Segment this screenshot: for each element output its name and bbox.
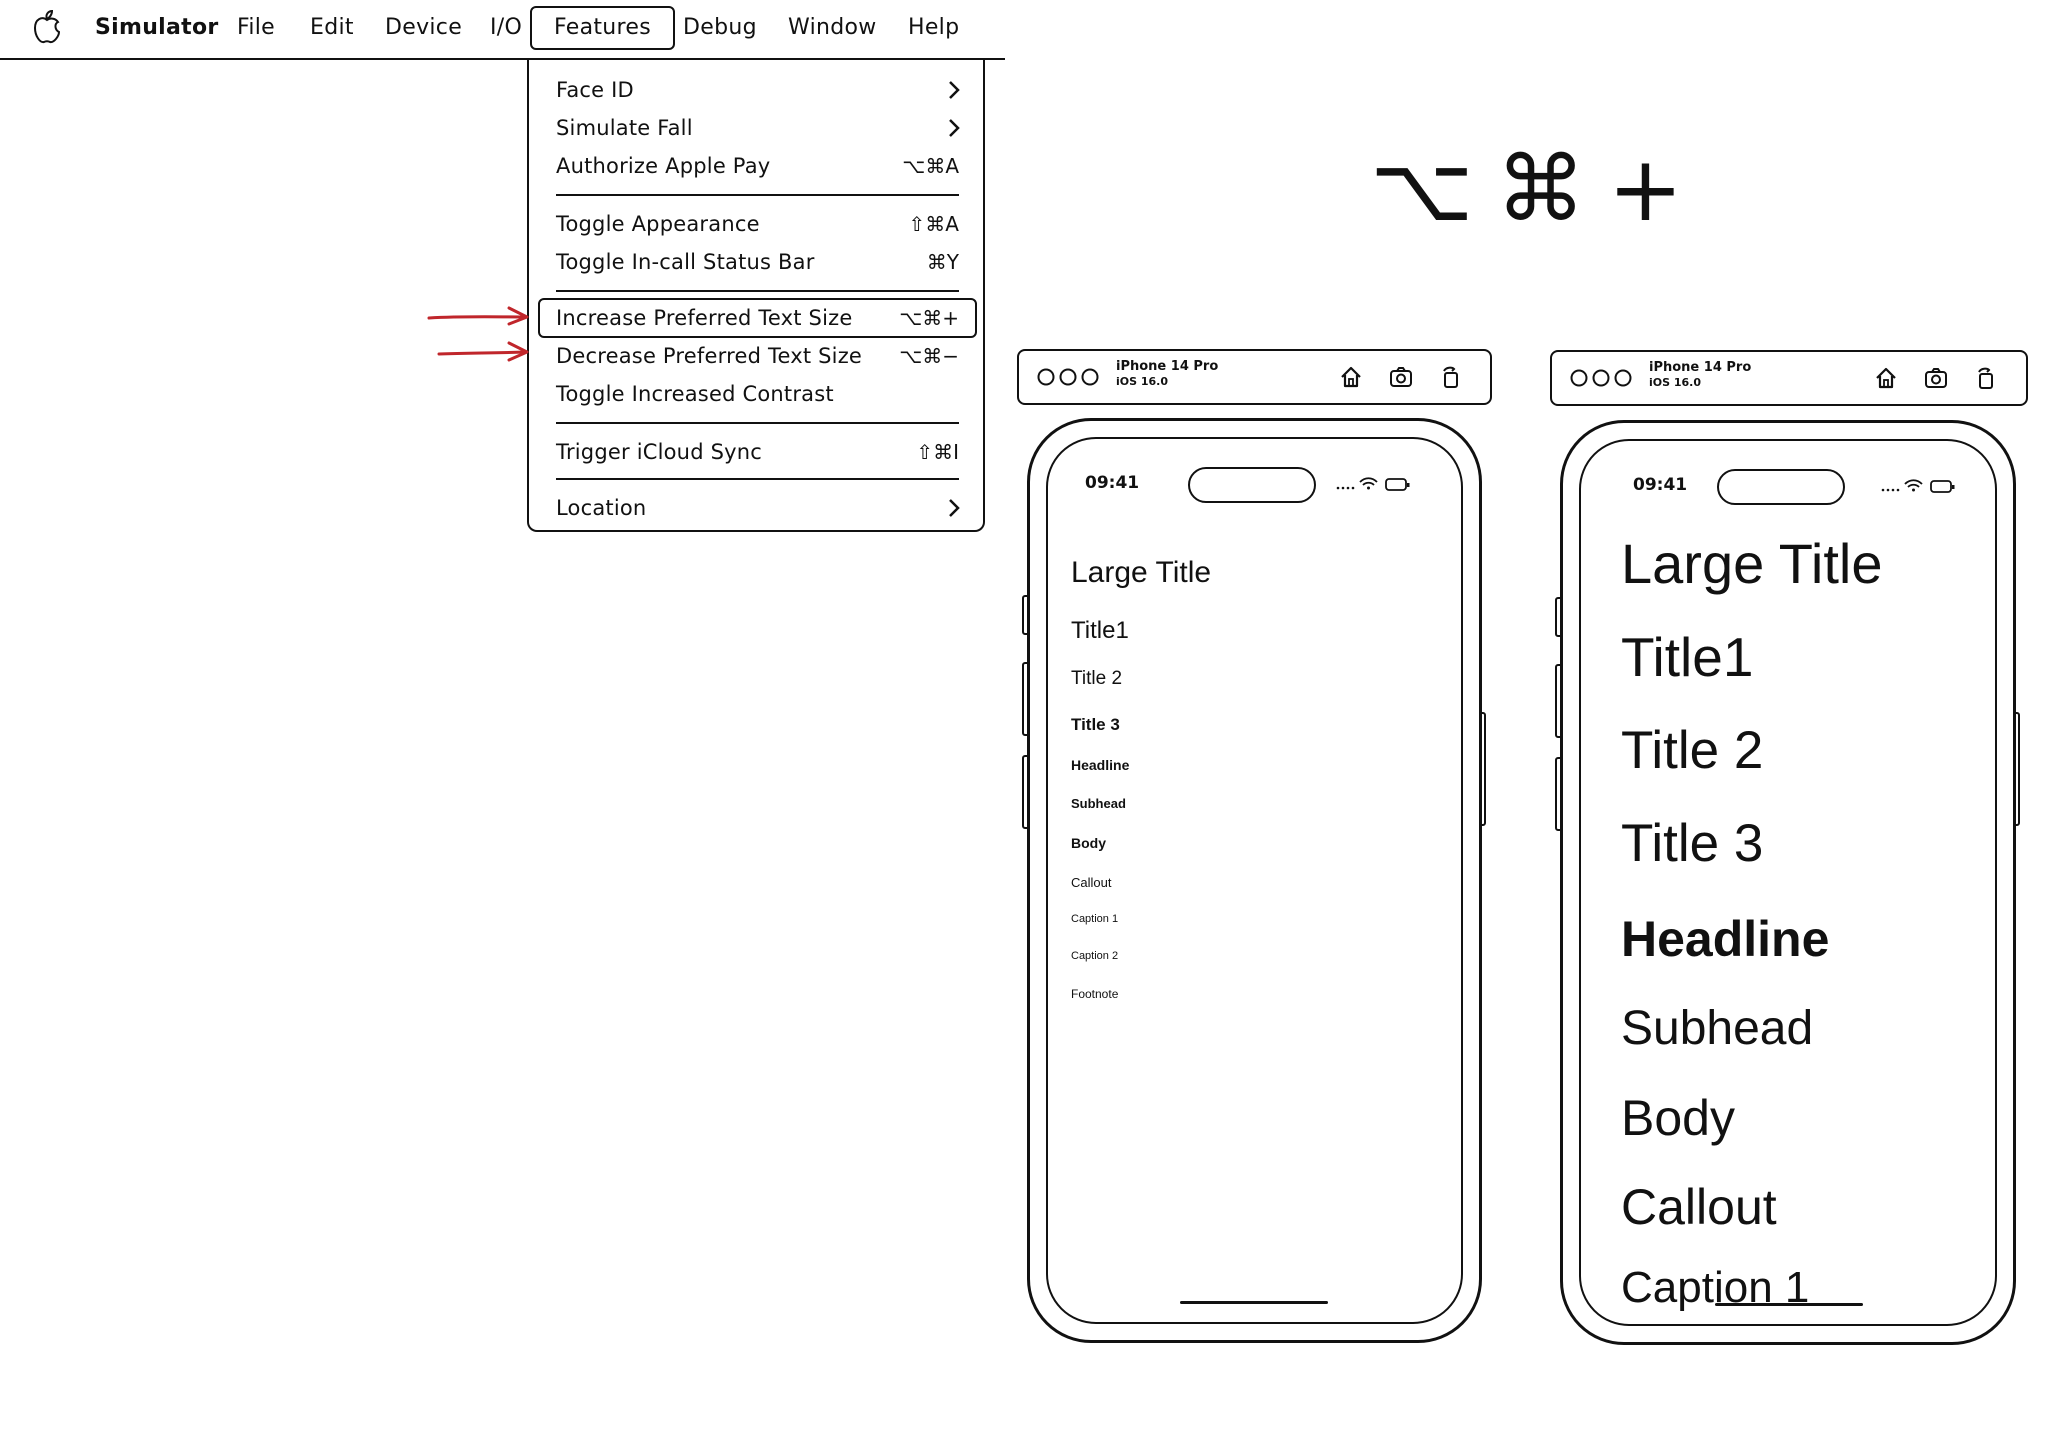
text-style-title1: Title1 [1621,626,1754,688]
menu-simulator[interactable]: Simulator [95,14,219,42]
menu-item-label: Simulate Fall [556,116,693,140]
home-indicator[interactable] [1180,1301,1328,1304]
menu-item-decrease-preferred-text-size[interactable]: Decrease Preferred Text Size ⌥⌘− [529,338,983,374]
menu-item-label: Authorize Apple Pay [556,154,771,178]
menu-item-toggle-in-call-status-bar[interactable]: Toggle In-call Status Bar ⌘Y [529,244,983,280]
device-name: iPhone 14 Pro [1116,359,1219,374]
iphone-frame: 09:41 Large Title Title1 Title 2 Title 3… [1027,418,1482,1343]
menu-item-shortcut: ⌥⌘− [899,344,959,368]
text-style-title1: Title1 [1071,617,1129,644]
menu-item-shortcut: ⌘Y [926,250,959,274]
menu-item-label: Toggle Appearance [556,212,760,236]
text-style-large-title: Large Title [1071,556,1212,589]
iphone-frame: 09:41 Large Title Title1 Title 2 Title 3… [1560,420,2016,1345]
simulator-toolbar: iPhone 14 Pro iOS 16.0 [1550,350,2028,406]
menu-item-highlight [538,298,977,338]
text-style-title2: Title 2 [1071,668,1123,689]
features-dropdown-menu: Face ID Simulate Fall Authorize Apple Pa… [527,60,985,532]
text-style-callout: Callout [1071,875,1112,890]
apple-logo-icon[interactable] [32,10,62,44]
screenshot-icon[interactable] [1389,365,1413,389]
menu-item-label: Toggle In-call Status Bar [556,250,815,274]
menu-item-shortcut: ⇧⌘A [908,212,959,236]
dynamic-island [1717,469,1845,505]
keyboard-shortcut-label: ⌥⌘+ [1370,137,1706,242]
status-icons [1336,477,1410,491]
menu-separator [556,290,959,292]
menu-device[interactable]: Device [385,14,462,42]
os-version: iOS 16.0 [1649,376,1702,389]
text-style-subhead: Subhead [1621,1002,1814,1055]
text-style-large-title: Large Title [1621,532,1883,595]
menu-item-shortcut: ⌥⌘A [902,154,959,178]
os-version: iOS 16.0 [1116,375,1169,388]
rotate-icon[interactable] [1439,365,1463,389]
chevron-right-icon [949,81,960,99]
chevron-right-icon [949,499,960,517]
menu-separator [556,194,959,196]
screenshot-icon[interactable] [1924,366,1948,390]
home-icon[interactable] [1874,366,1898,390]
text-style-caption1: Caption 1 [1071,913,1119,925]
menu-bar: Simulator File Edit Device I/O Features … [0,0,1005,60]
pointer-arrows-icon [427,306,529,362]
menu-item-authorize-apple-pay[interactable]: Authorize Apple Pay ⌥⌘A [529,148,983,184]
text-style-footnote: Footnote [1071,987,1119,1001]
menu-item-trigger-icloud-sync[interactable]: Trigger iCloud Sync ⇧⌘I [529,434,983,470]
menu-item-label: Face ID [556,78,634,102]
rotate-icon[interactable] [1974,366,1998,390]
window-controls-icon[interactable] [1037,366,1101,388]
home-indicator[interactable] [1715,1303,1863,1306]
text-style-body: Body [1621,1090,1735,1146]
menu-item-face-id[interactable]: Face ID [529,72,983,108]
menu-file[interactable]: File [237,14,275,42]
menu-features[interactable]: Features [530,6,675,50]
menu-item-label: Location [556,496,647,520]
device-name: iPhone 14 Pro [1649,360,1752,375]
menu-edit[interactable]: Edit [310,14,354,42]
menu-item-simulate-fall[interactable]: Simulate Fall [529,110,983,146]
simulator-toolbar: iPhone 14 Pro iOS 16.0 [1017,349,1492,405]
text-style-callout: Callout [1621,1179,1777,1235]
text-style-headline: Headline [1621,911,1830,967]
chevron-right-icon [949,119,960,137]
iphone-screen[interactable]: 09:41 Large Title Title1 Title 2 Title 3… [1046,437,1463,1324]
text-style-title3: Title 3 [1071,715,1120,734]
text-style-title3: Title 3 [1621,814,1764,873]
menu-help[interactable]: Help [908,14,959,42]
status-time: 09:41 [1633,475,1688,495]
menu-io[interactable]: I/O [490,14,522,42]
menu-item-label: Decrease Preferred Text Size [556,344,863,368]
home-icon[interactable] [1339,365,1363,389]
menu-item-toggle-increased-contrast[interactable]: Toggle Increased Contrast [529,376,983,412]
menu-item-label: Toggle Increased Contrast [556,382,834,406]
menu-separator [556,422,959,424]
status-time: 09:41 [1085,473,1140,493]
menu-debug[interactable]: Debug [683,14,757,42]
text-style-body: Body [1071,835,1106,851]
iphone-screen[interactable]: 09:41 Large Title Title1 Title 2 Title 3… [1579,439,1997,1326]
menu-item-location[interactable]: Location [529,490,983,526]
text-style-title2: Title 2 [1621,721,1764,780]
window-controls-icon[interactable] [1570,367,1634,389]
text-style-caption2: Caption 2 [1071,950,1119,962]
menu-item-shortcut: ⇧⌘I [916,440,959,464]
dynamic-island [1188,467,1316,503]
text-style-headline: Headline [1071,757,1130,773]
menu-item-toggle-appearance[interactable]: Toggle Appearance ⇧⌘A [529,206,983,242]
status-icons [1881,479,1955,493]
menu-separator [556,478,959,480]
menu-item-label: Trigger iCloud Sync [556,440,763,464]
menu-window[interactable]: Window [788,14,877,42]
text-style-subhead: Subhead [1071,796,1126,811]
